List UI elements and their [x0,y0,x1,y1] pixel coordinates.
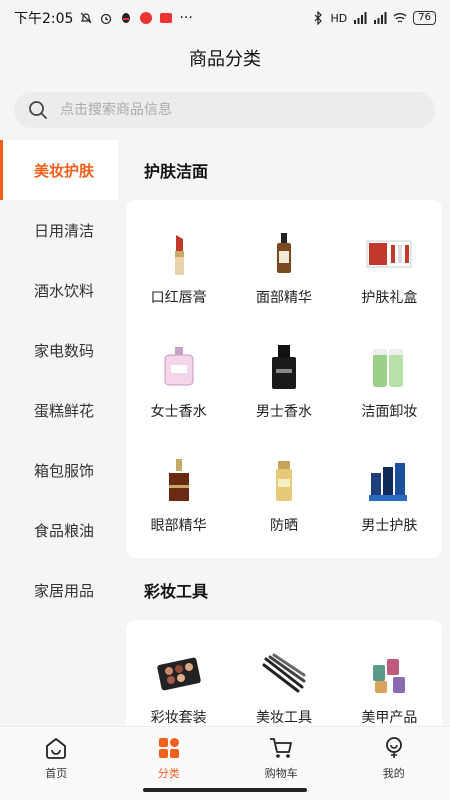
qq-icon [122,13,131,23]
category-sidebar: 美妆护肤 日用清洁 酒水饮料 家电数码 蛋糕鲜花 箱包服饰 食品粮油 家居用品 [0,140,118,726]
category-item-cleanser-makeup-remover[interactable]: 洁面卸妆 [337,324,442,438]
mens-perfume-icon [271,345,296,389]
perfume-icon [164,347,194,386]
sidebar-item-label: 食品粮油 [34,521,95,540]
sidebar-item-label: 日用清洁 [34,221,95,240]
category-icon [158,738,179,758]
sidebar-item-drinks[interactable]: 酒水饮料 [0,260,118,320]
page-title: 商品分类 [189,49,261,70]
category-item-nail-products[interactable]: 美甲产品 [337,630,442,726]
sidebar-item-label: 家电数码 [34,341,95,360]
category-item-sunscreen[interactable]: 防晒 [231,438,336,552]
home-indicator [143,788,307,792]
sidebar-item-label: 箱包服饰 [34,461,95,480]
status-bar: 下午2:05 ··· HD 76 [0,0,450,36]
category-item-label: 防晒 [269,518,298,534]
app-badge-icon [140,12,153,24]
sidebar-item-bags-apparel[interactable]: 箱包服饰 [0,440,118,500]
search-bar[interactable] [14,92,435,128]
tab-label: 购物车 [264,767,298,780]
category-item-label: 彩妆套装 [150,710,207,726]
brush-set-icon [262,653,306,693]
network-badge: HD [330,11,348,25]
tab-label: 首页 [45,767,68,780]
category-item-face-serum[interactable]: 面部精华 [231,210,336,324]
section-title: 彩妆工具 [144,582,209,601]
category-item-label: 男士护肤 [361,518,418,534]
serum-bottle-icon [276,233,291,273]
cart-icon [270,738,293,758]
signal-icon-2 [374,12,387,24]
search-input[interactable] [60,102,400,118]
category-item-label: 护肤礼盒 [361,290,418,306]
category-item-label: 男士香水 [255,404,312,420]
app-notice-icon [160,13,173,23]
section-title: 护肤洁面 [144,162,209,181]
category-item-label: 洁面卸妆 [361,404,418,420]
category-item-mens-skincare[interactable]: 男士护肤 [337,438,442,552]
sidebar-item-home-goods[interactable]: 家居用品 [0,560,118,620]
tab-home[interactable]: 首页 [0,727,113,800]
lipstick-icon [174,235,184,275]
search-icon [29,101,47,119]
mens-skincare-icon [369,463,408,501]
bluetooth-icon [314,11,322,25]
eye-serum-icon [168,459,189,501]
nail-polish-icon [373,659,406,693]
sidebar-item-label: 蛋糕鲜花 [34,401,95,420]
mute-bell-icon [81,12,92,24]
category-item-makeup-set[interactable]: 彩妆套装 [126,630,231,726]
sidebar-item-label: 美妆护肤 [34,161,95,180]
sidebar-item-label: 家居用品 [34,581,95,600]
category-item-label: 眼部精华 [150,518,207,534]
category-grid: 口红唇膏 面部精华 护肤礼盒 女士香水 男士香水 洁面卸妆 眼部精华 防晒 男士… [126,200,442,558]
category-item-label: 口红唇膏 [150,290,207,306]
signal-icon [354,12,367,24]
wifi-icon [393,13,407,23]
category-item-mens-perfume[interactable]: 男士香水 [231,324,336,438]
battery-level: 76 [413,11,436,25]
makeup-palette-icon [156,657,201,691]
sidebar-item-beauty[interactable]: 美妆护肤 [0,140,118,200]
status-time: 下午2:05 [14,11,74,27]
category-item-lipstick[interactable]: 口红唇膏 [126,210,231,324]
gift-box-icon [366,240,412,268]
sidebar-item-label: 酒水饮料 [34,281,95,300]
category-grid: 彩妆套装 美妆工具 美甲产品 [126,620,442,726]
alarm-icon [101,13,112,25]
profile-icon [385,737,402,758]
category-item-label: 美甲产品 [361,710,418,726]
category-item-label: 美妆工具 [255,710,312,726]
tab-label: 分类 [157,767,180,780]
category-item-makeup-tools[interactable]: 美妆工具 [231,630,336,726]
sidebar-item-food-grain-oil[interactable]: 食品粮油 [0,500,118,560]
cleanser-tubes-icon [373,349,404,387]
sidebar-item-daily-cleaning[interactable]: 日用清洁 [0,200,118,260]
category-content: 护肤洁面 口红唇膏 面部精华 护肤礼盒 女士香水 男士香水 洁面卸妆 眼部精华 [118,140,450,726]
sidebar-item-cakes-flowers[interactable]: 蛋糕鲜花 [0,380,118,440]
category-item-label: 面部精华 [255,290,312,306]
tab-profile[interactable]: 我的 [338,727,450,800]
home-icon [46,738,67,759]
category-item-womens-perfume[interactable]: 女士香水 [126,324,231,438]
category-item-skincare-gift-box[interactable]: 护肤礼盒 [337,210,442,324]
tab-label: 我的 [382,767,405,780]
sidebar-item-electronics[interactable]: 家电数码 [0,320,118,380]
category-item-eye-serum[interactable]: 眼部精华 [126,438,231,552]
category-item-label: 女士香水 [150,404,207,420]
sunscreen-icon [275,461,292,501]
more-notifications: ··· [179,10,193,26]
